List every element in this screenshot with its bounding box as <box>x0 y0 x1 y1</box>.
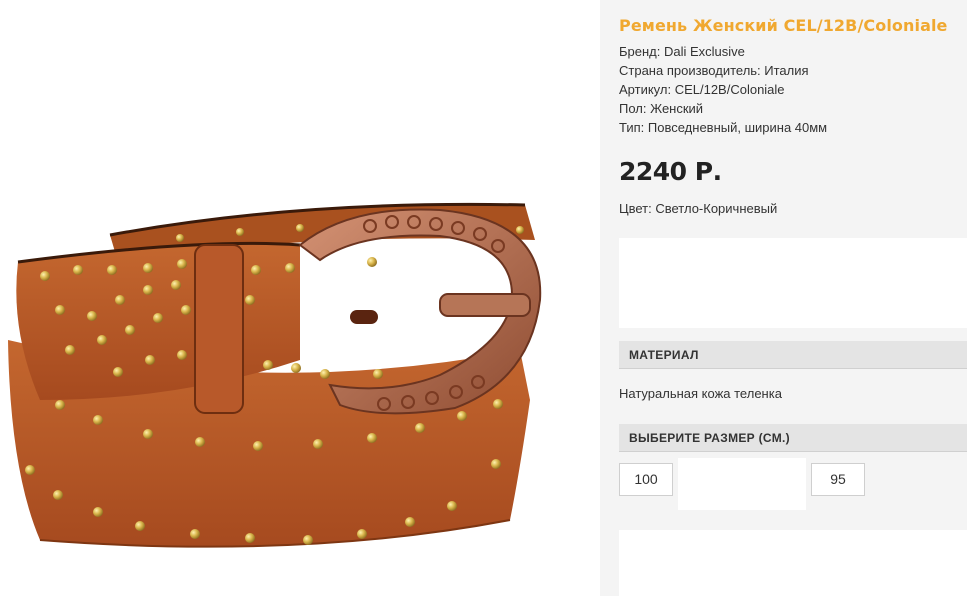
product-price: 2240 Р. <box>619 157 722 186</box>
color-line: Цвет: Светло-Коричневый <box>619 201 778 216</box>
size-heading-bar: ВЫБЕРИТЕ РАЗМЕР (СМ.) <box>619 424 967 452</box>
size-heading: ВЫБЕРИТЕ РАЗМЕР (СМ.) <box>629 431 790 445</box>
bottom-panel <box>619 530 967 596</box>
size-option-blank <box>678 458 806 510</box>
size-option-95[interactable]: 95 <box>811 463 865 496</box>
size-option-100[interactable]: 100 <box>619 463 673 496</box>
product-photo[interactable] <box>0 0 600 596</box>
color-swatch-area <box>619 238 967 328</box>
material-heading-bar: МАТЕРИАЛ <box>619 341 967 369</box>
country-line: Страна производитель: Италия <box>619 63 809 78</box>
type-line: Тип: Повседневный, ширина 40мм <box>619 120 828 135</box>
article-line: Артикул: CEL/12B/Coloniale <box>619 82 785 97</box>
material-value: Натуральная кожа теленка <box>619 386 782 401</box>
product-info-panel: Ремень Женский CEL/12B/Coloniale Бренд: … <box>600 0 967 596</box>
product-title: Ремень Женский CEL/12B/Coloniale <box>619 16 948 35</box>
product-properties: Бренд: Dali Exclusive Страна производите… <box>619 42 827 137</box>
belt-image <box>8 202 542 548</box>
material-heading: МАТЕРИАЛ <box>629 348 699 362</box>
gender-line: Пол: Женский <box>619 101 704 116</box>
brand-line: Бренд: Dali Exclusive <box>619 44 745 59</box>
